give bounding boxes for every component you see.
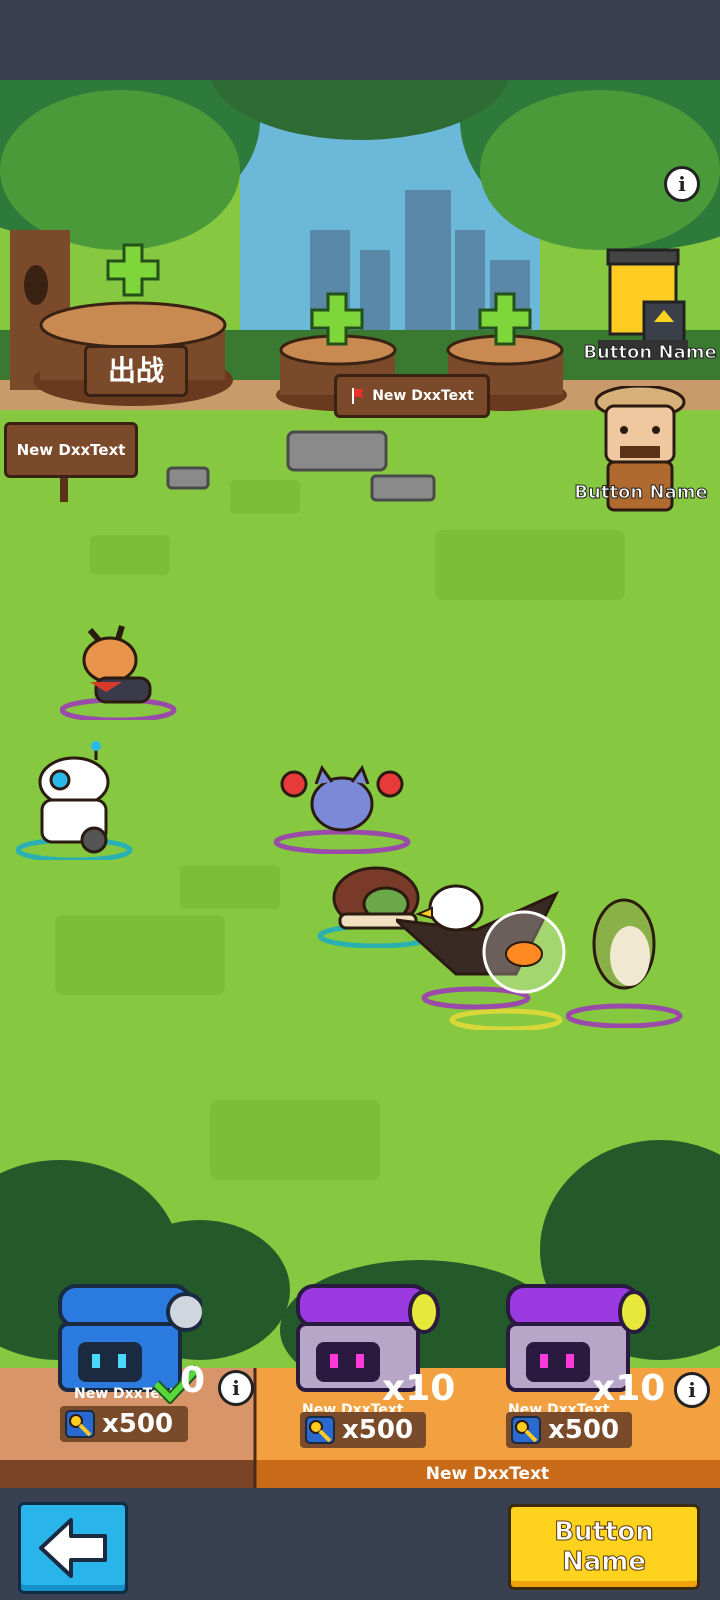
npc-button-label[interactable]: Button Name: [566, 482, 716, 504]
plus-icon[interactable]: [310, 292, 364, 346]
shop-button-label[interactable]: Button Name: [580, 342, 720, 364]
key-icon: [65, 1410, 95, 1438]
chest-price[interactable]: x500: [300, 1412, 426, 1448]
dog-pet-icon[interactable]: [60, 620, 180, 720]
formation-slot-text: New DxxText: [372, 388, 474, 404]
info-icon[interactable]: i: [674, 1372, 710, 1408]
info-icon[interactable]: i: [664, 166, 700, 202]
plus-icon[interactable]: [478, 292, 532, 346]
key-icon: [511, 1416, 541, 1444]
chest-price-text: x500: [548, 1415, 620, 1445]
chest-price[interactable]: x500: [60, 1406, 188, 1442]
shelf-footer-label: New DxxText: [425, 1464, 550, 1484]
back-button[interactable]: [18, 1502, 128, 1594]
frog-pet-icon[interactable]: [566, 888, 686, 1028]
chest-count: x10: [592, 1368, 666, 1409]
main-action-button[interactable]: Button Name: [508, 1504, 700, 1590]
chest-price[interactable]: x500: [506, 1412, 632, 1448]
main-action-label: Button Name: [554, 1517, 655, 1578]
top-status-bar: [0, 0, 720, 80]
plus-icon[interactable]: [106, 243, 160, 297]
flag-icon: [352, 388, 365, 404]
game-scene: 出战 New DxxText New DxxText i Button Name…: [0, 80, 720, 1380]
robot-pet-icon[interactable]: [16, 740, 136, 860]
eagle-pet-icon[interactable]: [396, 880, 586, 1030]
chest-price-text: x500: [342, 1415, 414, 1445]
chest-count: x10: [382, 1368, 456, 1409]
chest-price-text: x500: [102, 1409, 174, 1439]
key-icon: [305, 1416, 335, 1444]
cat-crab-pet-icon[interactable]: [272, 764, 412, 854]
info-icon[interactable]: i: [218, 1370, 254, 1406]
chest-card-blue[interactable]: New DxxText 0 i x500: [52, 1276, 254, 1456]
formation-slot-label[interactable]: New DxxText: [334, 374, 490, 418]
left-signpost[interactable]: New DxxText: [4, 422, 138, 478]
deploy-slot-label[interactable]: 出战: [84, 345, 188, 397]
back-arrow-icon: [39, 1518, 107, 1578]
chest-card-purple-1[interactable]: New DxxText x10 x500: [290, 1276, 490, 1456]
chest-card-purple-2[interactable]: New DxxText x10 i x500: [500, 1276, 718, 1456]
chest-count: 0: [180, 1360, 206, 1401]
